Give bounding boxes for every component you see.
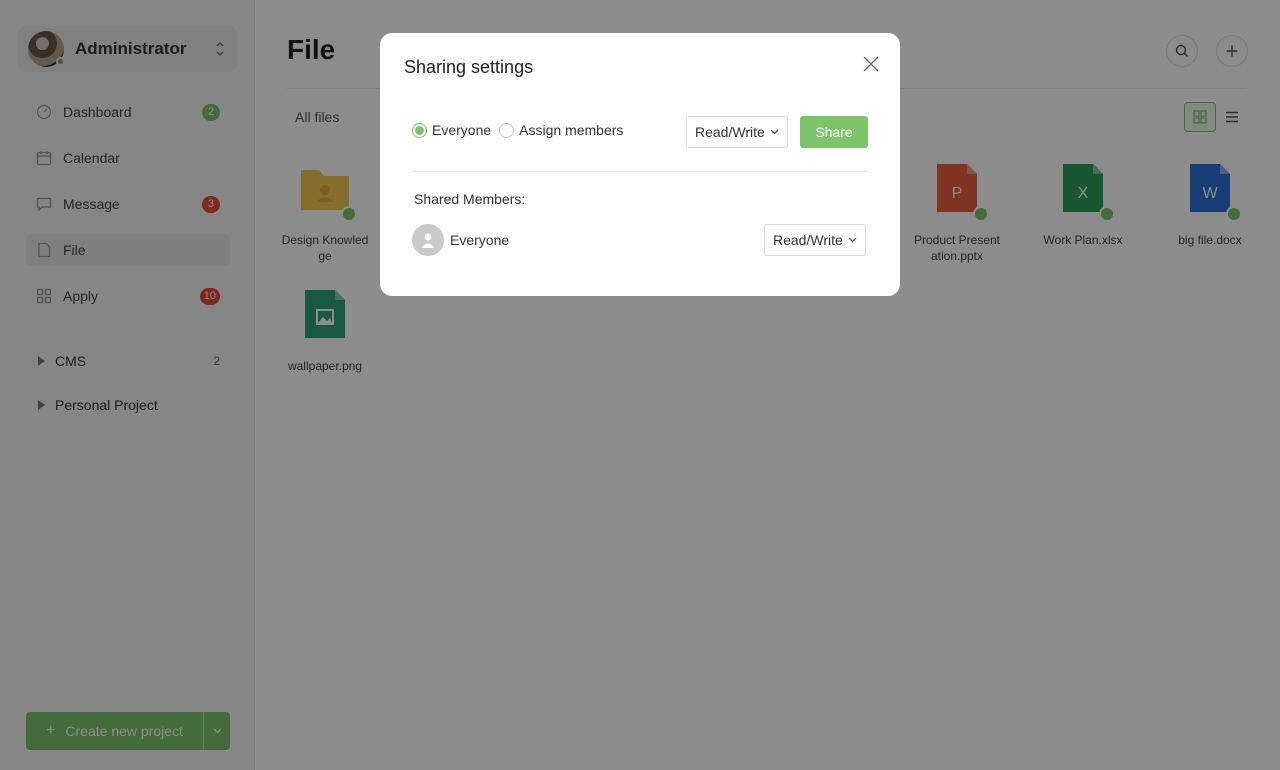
chevron-down-icon [848,237,857,243]
user-avatar-icon [412,224,444,256]
permission-select-value: Read/Write [695,124,765,140]
member-name: Everyone [450,232,510,248]
radio-assign-members[interactable] [499,122,515,138]
radio-everyone[interactable] [412,122,427,138]
radio-assign-label[interactable]: Assign members [519,122,623,138]
share-scope-radio-group: Everyone Assign members [412,122,631,138]
close-icon[interactable] [862,55,880,73]
permission-select[interactable]: Read/Write [686,116,788,148]
member-permission-value: Read/Write [773,232,843,248]
member-row: Everyone [412,224,509,256]
shared-members-label: Shared Members: [414,191,526,207]
dialog-divider [412,171,868,172]
sharing-settings-dialog: Sharing settings Everyone Assign members… [380,33,900,296]
share-button[interactable]: Share [800,116,868,148]
chevron-down-icon [770,129,779,135]
dialog-title: Sharing settings [404,57,534,77]
member-permission-select[interactable]: Read/Write [764,224,866,256]
radio-everyone-label[interactable]: Everyone [432,122,491,138]
